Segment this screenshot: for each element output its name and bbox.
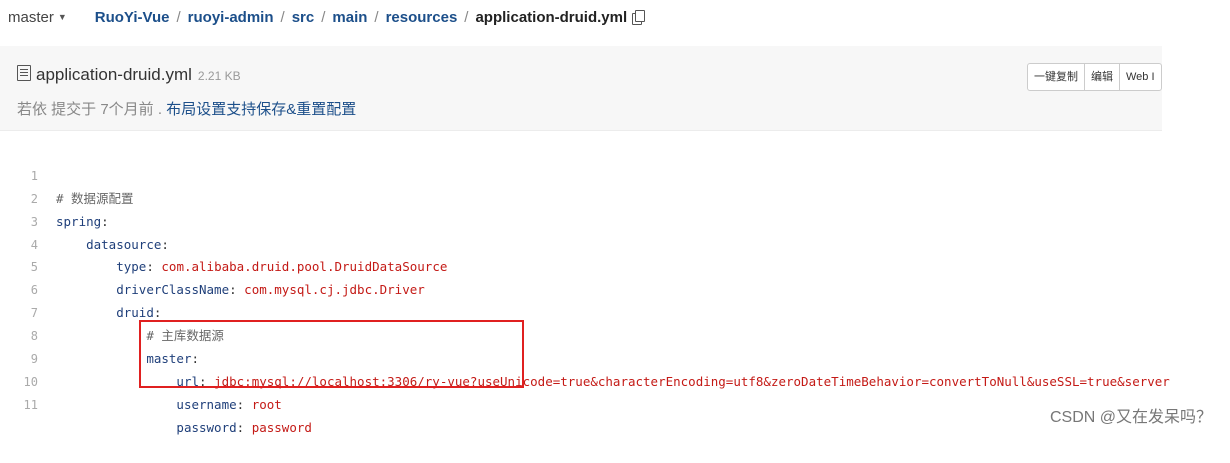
web-ide-button[interactable]: Web I — [1120, 64, 1161, 90]
code-line: 8 master: — [0, 302, 1162, 366]
copy-all-button[interactable]: 一键复制 — [1028, 64, 1085, 90]
code-line: 5 driverClassName: com.mysql.cj.jdbc.Dri… — [0, 234, 1162, 297]
file-name: application-druid.yml — [36, 65, 192, 84]
breadcrumb-separator: / — [321, 8, 326, 26]
edit-button[interactable]: 编辑 — [1085, 64, 1120, 90]
breadcrumb-src[interactable]: src — [292, 9, 315, 26]
code-line: 1 # 数据源配置 — [0, 142, 1162, 206]
code-line: 10 username: root — [0, 348, 1162, 412]
code-line: 4 type: com.alibaba.druid.pool.DruidData… — [0, 211, 1162, 275]
code-line: 11 password: password — [0, 371, 1162, 435]
code-value: password — [251, 419, 312, 435]
breadcrumb-separator: / — [464, 8, 469, 26]
code-line: 2 spring: — [0, 165, 1162, 229]
line-number: 11 — [23, 397, 38, 412]
file-header: application-druid.yml 2.21 KB 若依 提交于 7个月… — [0, 46, 1162, 131]
breadcrumb-main[interactable]: main — [332, 9, 367, 26]
branch-label: master — [8, 8, 54, 26]
file-actions: 一键复制 编辑 Web I — [1027, 63, 1162, 91]
code-line: 3 datasource: — [0, 188, 1162, 252]
commit-author-time: 若依 提交于 7个月前 . — [17, 101, 163, 118]
breadcrumb-repo[interactable]: RuoYi-Vue — [95, 9, 170, 26]
file-icon — [17, 65, 31, 81]
breadcrumb-current-file: application-druid.yml — [475, 8, 628, 26]
commit-info: 若依 提交于 7个月前 . 布局设置支持保存&重置配置 — [17, 98, 356, 119]
commit-message-link[interactable]: 布局设置支持保存&重置配置 — [166, 101, 356, 118]
breadcrumb-separator: / — [374, 8, 379, 26]
breadcrumb-separator: / — [280, 8, 285, 26]
breadcrumb-separator: / — [176, 8, 181, 26]
copy-path-icon[interactable] — [632, 10, 646, 25]
code-view: 1 # 数据源配置 2 spring: 3 datasource: 4 type… — [0, 142, 1170, 435]
breadcrumb: RuoYi-Vue / ruoyi-admin / src / main / r… — [95, 8, 646, 26]
chevron-down-icon: ▼ — [57, 12, 67, 22]
breadcrumb-resources[interactable]: resources — [386, 9, 458, 26]
code-value: root — [251, 396, 282, 412]
file-size: 2.21 KB — [197, 69, 241, 83]
branch-selector[interactable]: master ▼ — [8, 9, 67, 26]
file-title: application-druid.yml 2.21 KB — [17, 64, 241, 85]
breadcrumb-bar: master ▼ RuoYi-Vue / ruoyi-admin / src /… — [0, 0, 1230, 34]
code-key: password — [176, 419, 237, 435]
code-line: 7 # 主库数据源 — [0, 279, 1162, 343]
code-key: username — [176, 396, 237, 412]
watermark: CSDN @又在发呆吗？ — [1049, 409, 1212, 426]
code-line: 6 druid: — [0, 256, 1162, 320]
code-line: 9 url: jdbc:mysql://localhost:3306/ry-vu… — [0, 325, 1170, 389]
breadcrumb-ruoyi-admin[interactable]: ruoyi-admin — [188, 9, 274, 26]
